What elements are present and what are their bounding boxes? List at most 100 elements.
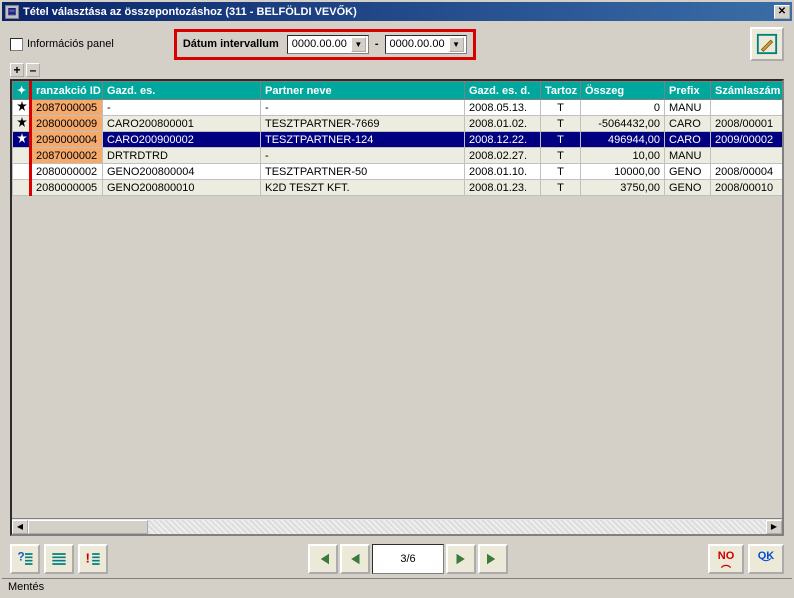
col-osszeg[interactable]: Összeg [581,82,665,100]
cell-tranzakcio-id[interactable]: 2090000004 [31,132,103,148]
cell-mark[interactable] [13,132,31,148]
cell-gazd-datum[interactable]: 2008.01.02. [465,116,541,132]
col-partner-neve[interactable]: Partner neve [261,82,465,100]
table-row[interactable]: 2080000009CARO200800001TESZTPARTNER-7669… [13,116,783,132]
cell-szamlaszam[interactable]: 2008/00004 [711,164,783,180]
cell-tranzakcio-id[interactable]: 2080000009 [31,116,103,132]
cell-tartoz[interactable]: T [541,132,581,148]
col-tartoz[interactable]: Tartoz [541,82,581,100]
cell-tartoz[interactable]: T [541,148,581,164]
cell-gazd-es[interactable]: CARO200900002 [103,132,261,148]
table-row[interactable]: 2080000005GENO200800010K2D TESZT KFT.200… [13,180,783,196]
prev-page-button[interactable] [340,544,370,574]
pager: 3/6 [307,544,509,574]
cell-gazd-es[interactable]: GENO200800010 [103,180,261,196]
mark-icon [17,133,27,143]
cell-tartoz[interactable]: T [541,180,581,196]
cell-partner[interactable]: - [261,100,465,116]
cell-osszeg[interactable]: 3750,00 [581,180,665,196]
col-szamlaszam[interactable]: Számlaszám [711,82,783,100]
cell-gazd-datum[interactable]: 2008.01.23. [465,180,541,196]
date-separator: - [375,38,379,50]
cell-gazd-datum[interactable]: 2008.01.10. [465,164,541,180]
cell-tranzakcio-id[interactable]: 2080000005 [31,180,103,196]
cell-partner[interactable]: TESZTPARTNER-7669 [261,116,465,132]
remove-row-button[interactable]: – [26,63,40,77]
cell-tranzakcio-id[interactable]: 2087000002 [31,148,103,164]
cell-partner[interactable]: - [261,148,465,164]
cell-gazd-es[interactable]: DRTRDTRD [103,148,261,164]
table-row[interactable]: 2080000002GENO200800004TESZTPARTNER-5020… [13,164,783,180]
table-row[interactable]: 2087000005--2008.05.13.T0MANU [13,100,783,116]
col-selector[interactable]: ✦ [13,82,31,100]
cell-osszeg[interactable]: 0 [581,100,665,116]
cell-osszeg[interactable]: 10,00 [581,148,665,164]
scroll-right-button[interactable]: ▶ [766,520,782,534]
cell-partner[interactable]: TESZTPARTNER-124 [261,132,465,148]
date-to-input[interactable]: 0000.00.00 ▼ [385,35,467,54]
table-header-row: ✦ ranzakció ID Gazd. es. Partner neve Ga… [13,82,783,100]
table-row[interactable]: 2087000002DRTRDTRD-2008.02.27.T10,00MANU [13,148,783,164]
cell-mark[interactable] [13,164,31,180]
chevron-down-icon[interactable]: ▼ [351,37,366,52]
cell-prefix[interactable]: CARO [665,132,711,148]
cell-szamlaszam[interactable]: 2008/00001 [711,116,783,132]
data-table[interactable]: ✦ ranzakció ID Gazd. es. Partner neve Ga… [12,81,782,196]
cell-gazd-es[interactable]: - [103,100,261,116]
first-page-button[interactable] [308,544,338,574]
cell-szamlaszam[interactable] [711,148,783,164]
window: ▤ Tétel választása az összepontozáshoz (… [0,0,794,598]
next-page-button[interactable] [446,544,476,574]
cell-gazd-datum[interactable]: 2008.02.27. [465,148,541,164]
scrollbar-thumb[interactable] [28,520,148,534]
no-button[interactable]: NO ︵ [708,544,744,574]
cell-gazd-datum[interactable]: 2008.12.22. [465,132,541,148]
col-gazd-es-datum[interactable]: Gazd. es. d. [465,82,541,100]
scroll-left-button[interactable]: ◀ [12,520,28,534]
cell-szamlaszam[interactable]: 2008/00010 [711,180,783,196]
edit-button[interactable] [750,27,784,61]
cell-tartoz[interactable]: T [541,164,581,180]
cell-tartoz[interactable]: T [541,100,581,116]
col-tranzakcio-id[interactable]: ranzakció ID [31,82,103,100]
cell-prefix[interactable]: GENO [665,164,711,180]
cell-szamlaszam[interactable] [711,100,783,116]
cell-prefix[interactable]: MANU [665,148,711,164]
scrollbar-track[interactable] [28,520,766,534]
cell-partner[interactable]: TESZTPARTNER-50 [261,164,465,180]
cell-mark[interactable] [13,116,31,132]
cell-mark[interactable] [13,180,31,196]
cell-szamlaszam[interactable]: 2009/00002 [711,132,783,148]
app-icon: ▤ [5,5,19,19]
list-button[interactable] [44,544,74,574]
cell-gazd-datum[interactable]: 2008.05.13. [465,100,541,116]
cell-tranzakcio-id[interactable]: 2080000002 [31,164,103,180]
cell-tranzakcio-id[interactable]: 2087000005 [31,100,103,116]
cell-osszeg[interactable]: 10000,00 [581,164,665,180]
table-row[interactable]: 2090000004CARO200900002TESZTPARTNER-1242… [13,132,783,148]
ok-button[interactable]: OK ︶ [748,544,784,574]
chevron-down-icon[interactable]: ▼ [449,37,464,52]
cell-osszeg[interactable]: -5064432,00 [581,116,665,132]
horizontal-scrollbar[interactable]: ◀ ▶ [12,518,782,534]
cell-prefix[interactable]: CARO [665,116,711,132]
col-prefix[interactable]: Prefix [665,82,711,100]
cell-mark[interactable] [13,148,31,164]
cell-osszeg[interactable]: 496944,00 [581,132,665,148]
cell-gazd-es[interactable]: CARO200800001 [103,116,261,132]
help-button[interactable]: ? [10,544,40,574]
page-text: 3/6 [400,553,415,565]
infopanel-checkbox[interactable] [10,38,23,51]
alert-list-button[interactable]: ! [78,544,108,574]
cell-tartoz[interactable]: T [541,116,581,132]
add-row-button[interactable]: + [10,63,24,77]
close-button[interactable]: ✕ [774,5,790,19]
cell-partner[interactable]: K2D TESZT KFT. [261,180,465,196]
col-gazd-es[interactable]: Gazd. es. [103,82,261,100]
cell-prefix[interactable]: GENO [665,180,711,196]
cell-gazd-es[interactable]: GENO200800004 [103,164,261,180]
date-from-input[interactable]: 0000.00.00 ▼ [287,35,369,54]
last-page-button[interactable] [478,544,508,574]
cell-mark[interactable] [13,100,31,116]
cell-prefix[interactable]: MANU [665,100,711,116]
